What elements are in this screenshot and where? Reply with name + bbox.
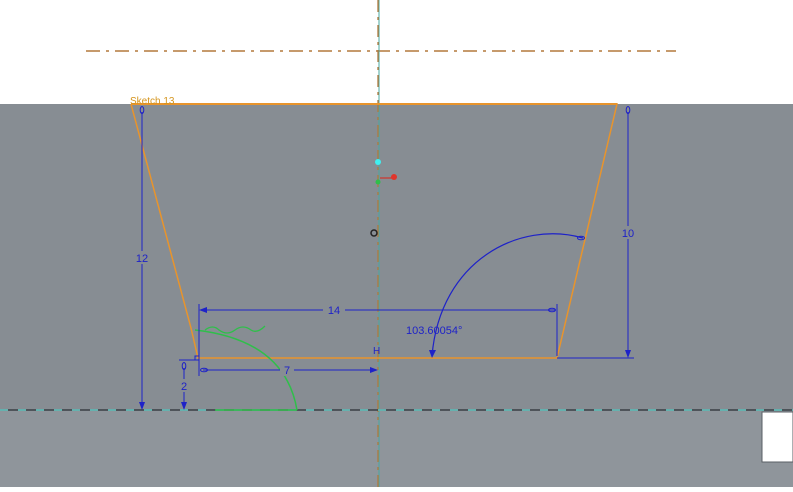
part-face-upper <box>0 104 793 410</box>
triad-point-green <box>375 179 381 185</box>
triad-point-red <box>391 174 397 180</box>
cad-viewport[interactable]: 12 10 14 7 2 103.60054° H Sketch 13 <box>0 0 793 487</box>
dim-10-value[interactable]: 10 <box>622 228 634 240</box>
dim-7-value[interactable]: 7 <box>284 365 290 377</box>
dim-14-value[interactable]: 14 <box>328 305 340 317</box>
horizontal-constraint-label[interactable]: H <box>373 346 380 357</box>
sketch-name-label[interactable]: Sketch 13 <box>130 96 175 107</box>
dim-angle-value[interactable]: 103.60054° <box>406 325 462 337</box>
part-edge-block <box>761 411 793 463</box>
origin-point-cyan[interactable] <box>375 159 381 165</box>
part-face-lower <box>0 410 793 487</box>
dim-2-value[interactable]: 2 <box>181 381 187 393</box>
dim-12-value[interactable]: 12 <box>136 253 148 265</box>
canvas-background <box>0 0 793 104</box>
